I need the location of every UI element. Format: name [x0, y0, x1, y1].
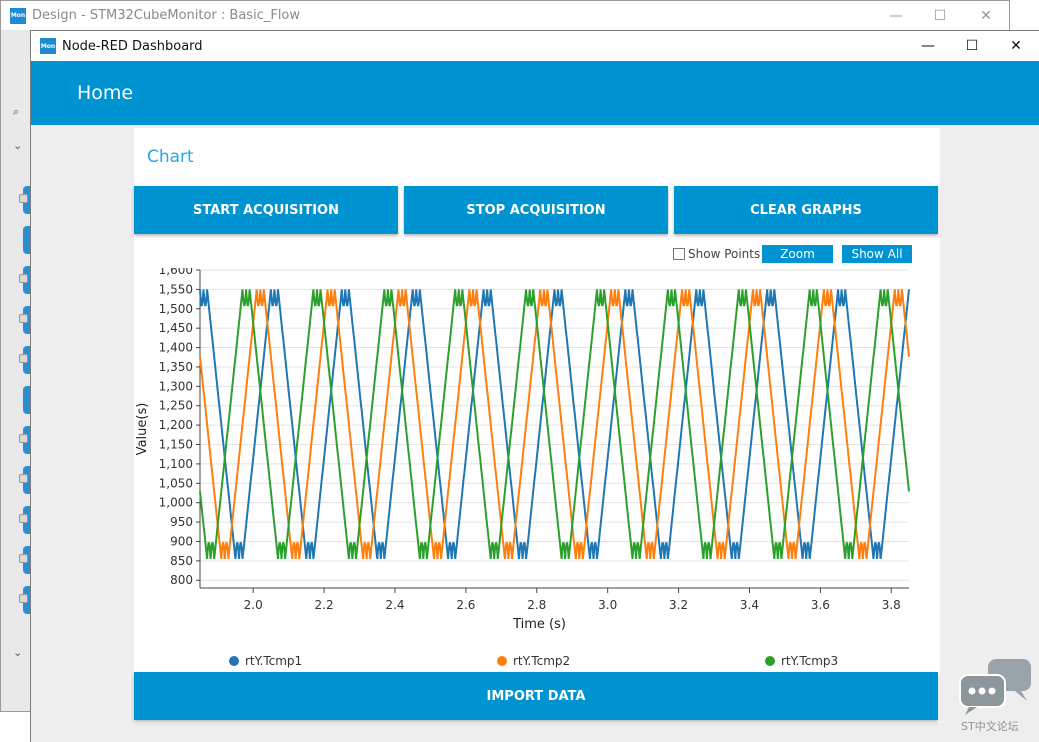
chevron-down-icon[interactable]: ⌄ [13, 139, 22, 152]
y-tick-label: 1,300 [159, 379, 193, 393]
y-tick-label: 1,550 [159, 282, 193, 296]
x-tick-label: 3.8 [882, 598, 901, 612]
app-icon: Mon [10, 7, 26, 24]
page-title: Home [77, 82, 134, 104]
y-tick-label: 1,050 [159, 476, 193, 490]
series-line [199, 289, 910, 560]
show-points-checkbox[interactable] [673, 248, 685, 260]
show-points-label: Show Points [688, 247, 761, 261]
node-port [19, 594, 28, 603]
search-icon: ⌕ [13, 105, 20, 118]
app-icon: Mon [40, 38, 56, 54]
minimize-button[interactable]: — [905, 31, 951, 61]
y-tick-label: 1,500 [159, 302, 193, 316]
screen: Mon Design - STM32CubeMonitor : Basic_Fl… [0, 0, 1039, 742]
dashboard-header: Home [31, 61, 1039, 125]
legend-label: rtY.Tcmp1 [245, 654, 303, 668]
node-port [19, 194, 28, 203]
y-axis-label: Value(s) [135, 403, 150, 456]
show-all-button[interactable]: Show All [842, 245, 912, 263]
y-tick-label: 1,250 [159, 399, 193, 413]
bg-minimize-button[interactable]: — [873, 1, 919, 31]
x-tick-label: 2.4 [385, 598, 404, 612]
x-tick-label: 2.6 [456, 598, 475, 612]
y-tick-label: 1,150 [159, 438, 193, 452]
maximize-button[interactable]: ☐ [949, 31, 995, 61]
y-tick-label: 1,350 [159, 360, 193, 374]
legend-label: rtY.Tcmp2 [513, 654, 571, 668]
y-tick-label: 950 [170, 515, 193, 529]
legend-item[interactable]: rtY.Tcmp2 [497, 654, 570, 668]
bg-maximize-button[interactable]: ☐ [917, 1, 963, 31]
x-tick-label: 3.0 [598, 598, 617, 612]
start-acquisition-button[interactable]: START ACQUISITION [134, 186, 398, 234]
stop-acquisition-button[interactable]: STOP ACQUISITION [404, 186, 668, 234]
chat-bubble-icon [959, 659, 1031, 715]
watermark-text: ST中文论坛 [961, 720, 1019, 733]
node-port [19, 554, 28, 563]
window-title: Node-RED Dashboard [62, 38, 203, 54]
import-data-button[interactable]: IMPORT DATA [134, 672, 938, 720]
y-tick-label: 1,400 [159, 341, 193, 355]
close-button[interactable]: ✕ [993, 31, 1039, 61]
legend-item[interactable]: rtY.Tcmp3 [765, 654, 838, 668]
node-port [19, 434, 28, 443]
x-tick-label: 3.4 [740, 598, 759, 612]
legend-dot [497, 656, 507, 666]
dashboard-window: Mon Node-RED Dashboard — ☐ ✕ Home Chart … [30, 30, 1039, 742]
y-tick-label: 800 [170, 573, 193, 587]
node-port [19, 514, 28, 523]
node-palette: ⌕ ⌄ ⌄ [1, 31, 32, 711]
series-line [199, 289, 910, 560]
show-points-option[interactable]: Show Points [673, 245, 760, 263]
background-window-title: Design - STM32CubeMonitor : Basic_Flow [32, 8, 301, 23]
node-port [19, 274, 28, 283]
zoom-button[interactable]: Zoom [762, 245, 833, 263]
x-tick-label: 2.2 [315, 598, 334, 612]
line-chart[interactable]: 800 850 900 950 1,000 1,050 1,100 1,150 1,200 1,2… [134, 268, 940, 653]
card-title: Chart [147, 147, 194, 167]
legend-item[interactable]: rtY.Tcmp1 [229, 654, 302, 668]
y-tick-label: 1,000 [159, 496, 193, 510]
series-line [199, 289, 910, 560]
chevron-down-icon[interactable]: ⌄ [13, 646, 22, 659]
x-tick-label: 2.8 [527, 598, 546, 612]
y-tick-label: 900 [170, 534, 193, 548]
node-port [19, 354, 28, 363]
x-axis-label: Time (s) [512, 617, 566, 632]
y-tick-label: 1,450 [159, 321, 193, 335]
clear-graphs-button[interactable]: CLEAR GRAPHS [674, 186, 938, 234]
legend-label: rtY.Tcmp3 [781, 654, 839, 668]
y-tick-label: 850 [170, 554, 193, 568]
x-tick-label: 2.0 [244, 598, 263, 612]
watermark: ST中文论坛 [955, 655, 1039, 742]
x-tick-label: 3.2 [669, 598, 688, 612]
y-tick-label: 1,600 [159, 268, 193, 277]
bg-close-button[interactable]: ✕ [963, 1, 1009, 31]
chart-card: Chart START ACQUISITION STOP ACQUISITION… [134, 128, 940, 723]
legend-dot [765, 656, 775, 666]
background-titlebar: Mon Design - STM32CubeMonitor : Basic_Fl… [1, 1, 1009, 31]
y-tick-label: 1,100 [159, 457, 193, 471]
x-tick-label: 3.6 [811, 598, 830, 612]
dashboard-titlebar: Mon Node-RED Dashboard — ☐ ✕ [31, 31, 1039, 61]
node-port [19, 314, 28, 323]
legend-dot [229, 656, 239, 666]
y-tick-label: 1,200 [159, 418, 193, 432]
node-port [19, 474, 28, 483]
